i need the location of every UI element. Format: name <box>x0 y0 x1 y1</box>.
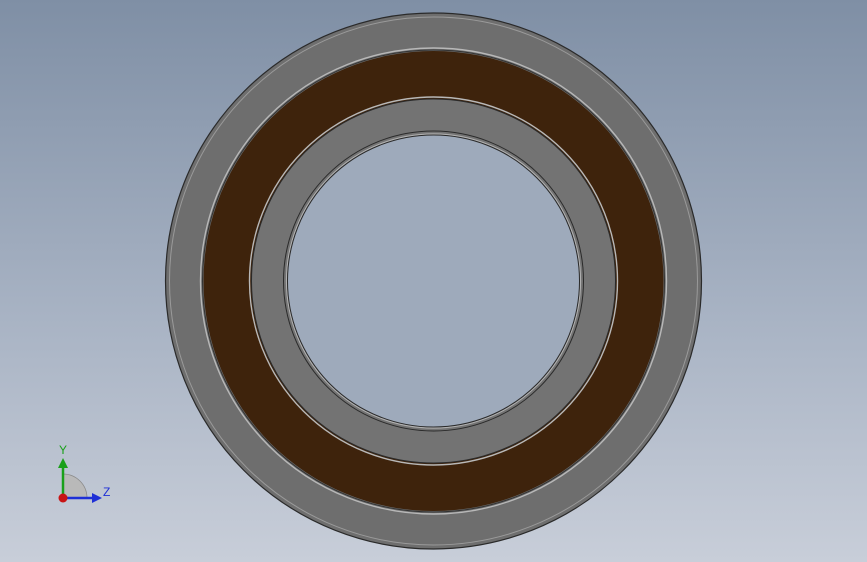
y-axis-arrowhead <box>58 458 68 468</box>
y-axis-label: Y <box>59 443 68 457</box>
triad-plane-quadrant <box>62 473 88 499</box>
z-axis-label: Z <box>103 485 111 499</box>
bearing-part[interactable] <box>164 12 703 550</box>
x-axis-dot <box>58 493 68 503</box>
bore-hole <box>287 134 580 428</box>
model-viewport[interactable] <box>0 0 867 562</box>
z-axis-arrowhead <box>92 493 102 503</box>
orientation-triad[interactable]: Y Z <box>48 438 120 510</box>
